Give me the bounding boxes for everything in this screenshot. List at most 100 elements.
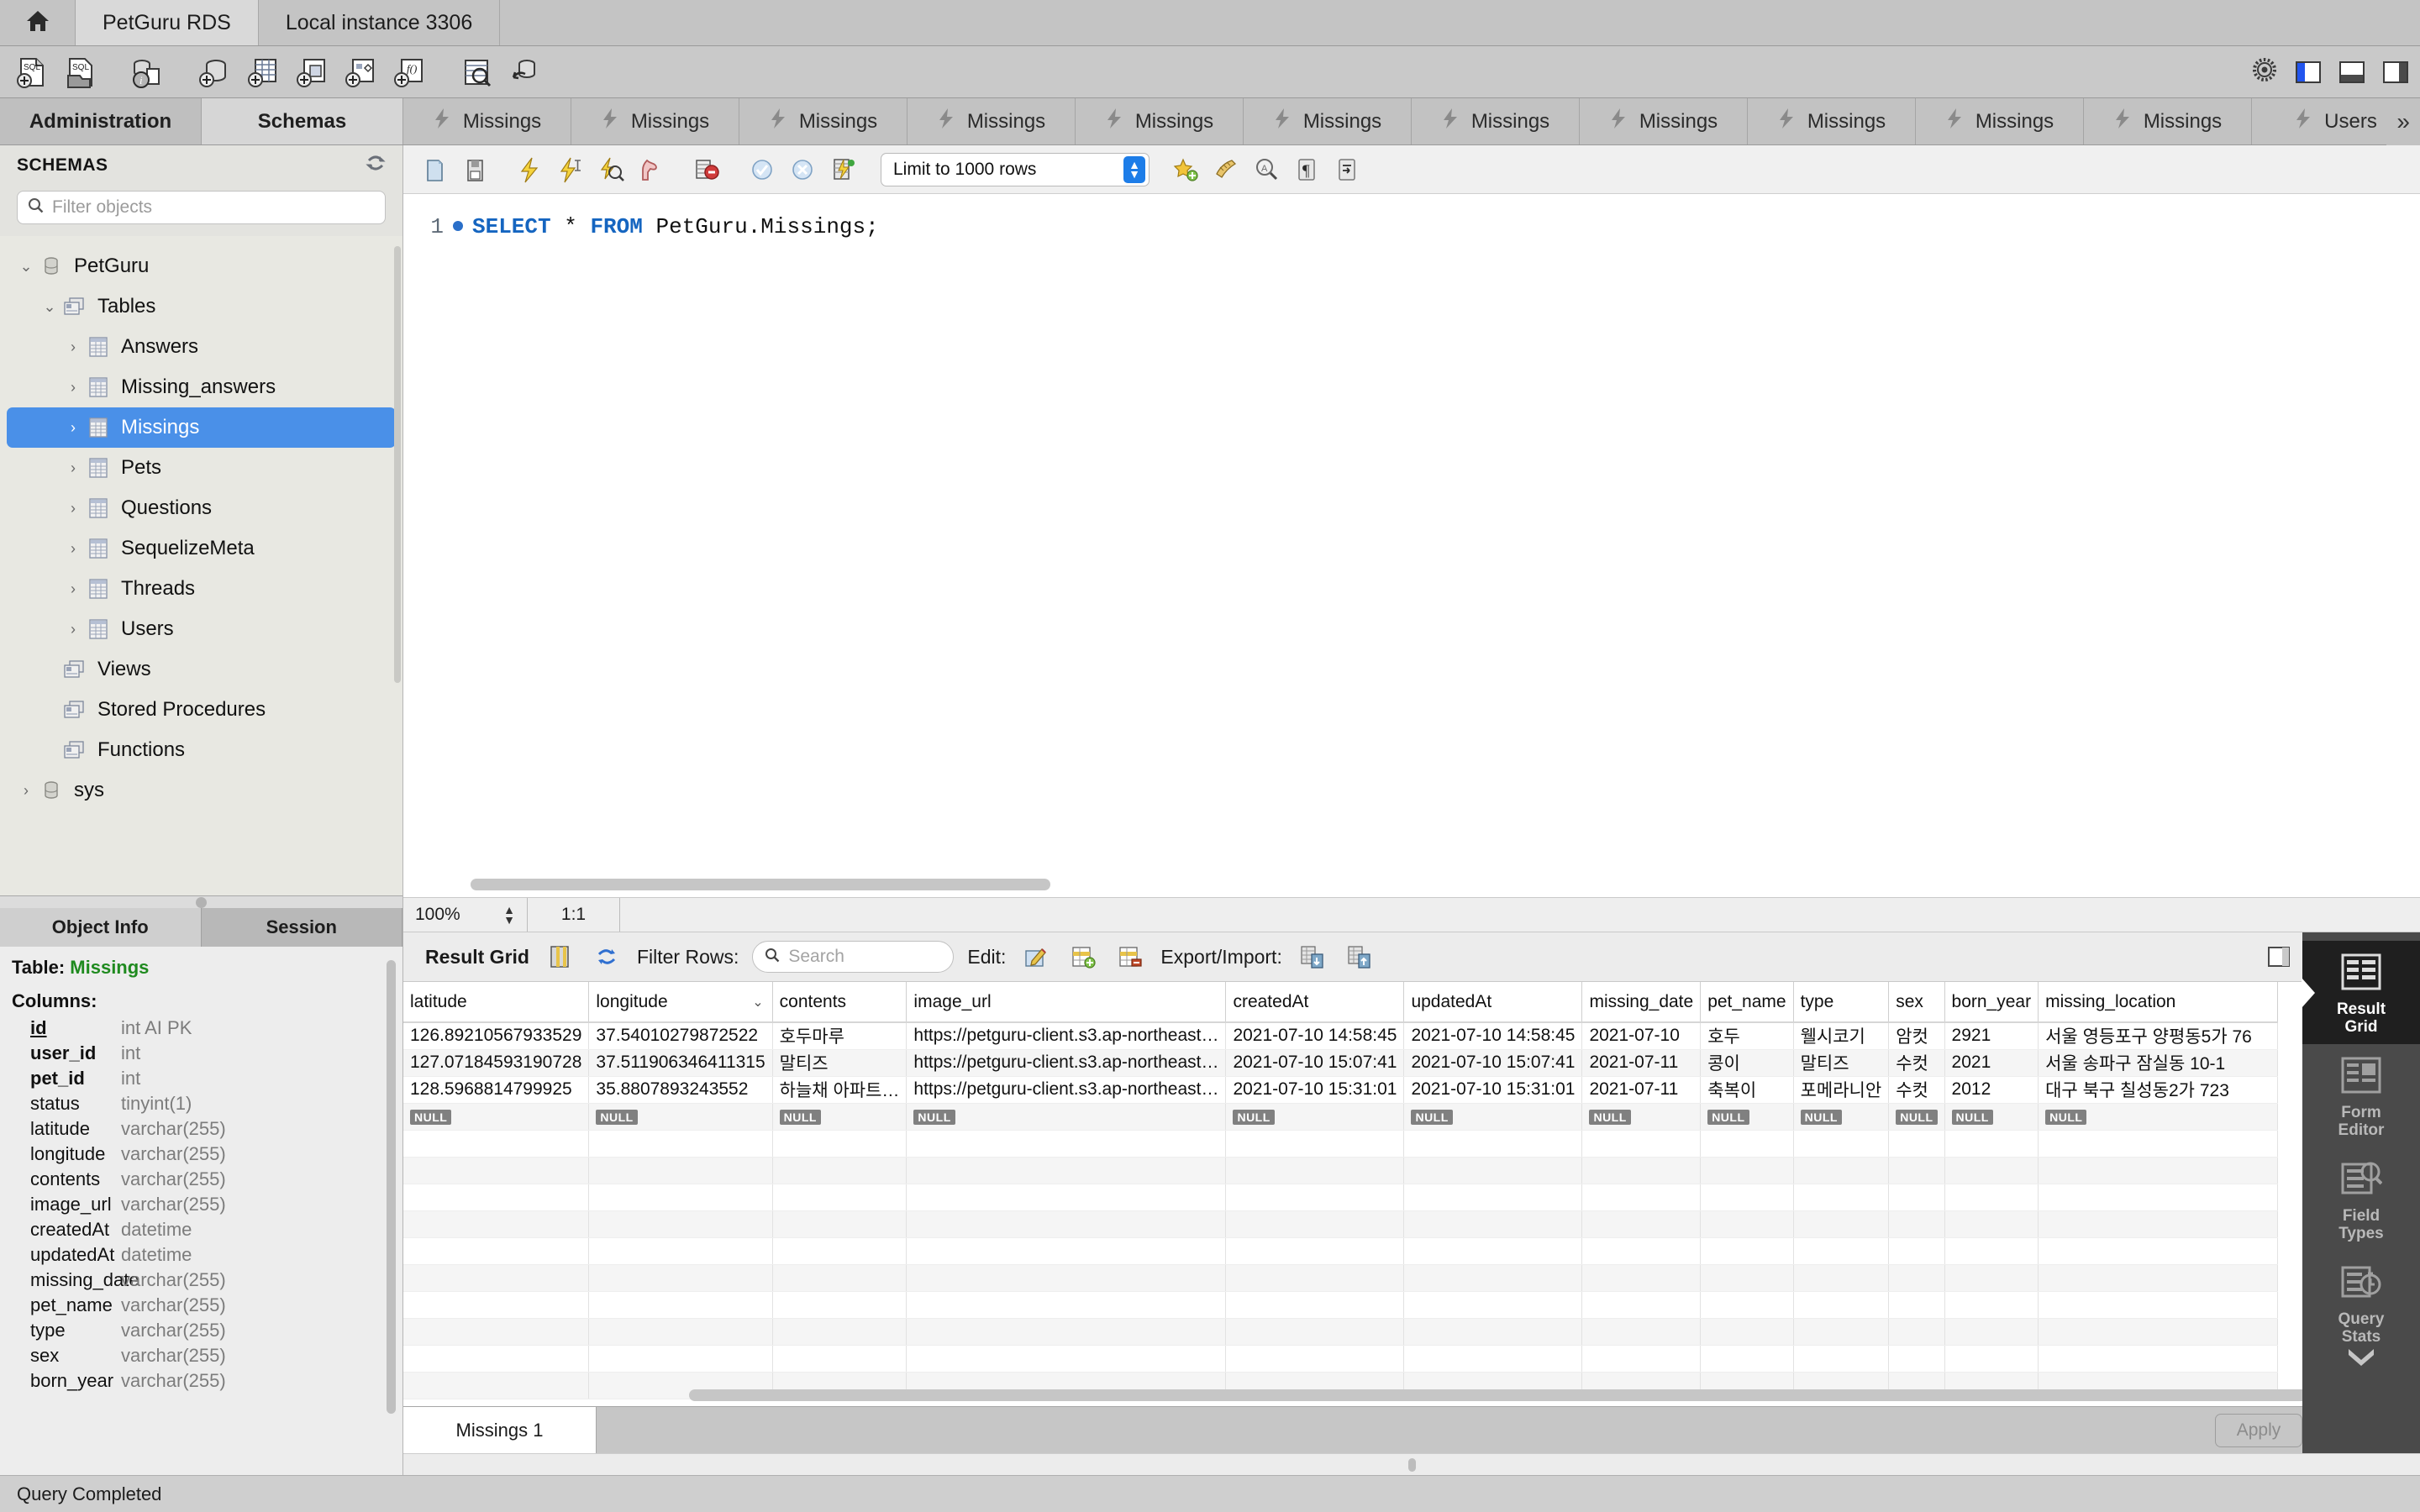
create-schema-icon[interactable] [190, 48, 239, 97]
grid-cell-contents[interactable]: 말티즈 [772, 1049, 908, 1077]
refresh-grid-icon[interactable] [590, 940, 623, 974]
grid-cell-null-missing_date[interactable]: NULL [1581, 1103, 1702, 1131]
explain-icon[interactable] [592, 150, 630, 189]
new-sql-tab-icon[interactable]: SQL [7, 48, 55, 97]
wrap-lines-icon[interactable] [1328, 150, 1366, 189]
stepper-icon[interactable]: ▲ ▼ [1123, 155, 1145, 183]
chevron-right-icon[interactable]: › [62, 459, 84, 477]
filter-objects-box[interactable] [17, 191, 386, 224]
find-icon[interactable]: A [1247, 150, 1286, 189]
tree-item-tables[interactable]: ⌄ Tables [7, 286, 396, 327]
grid-data-row[interactable]: 126.89210567933529 37.54010279872522 호두마루 h… [403, 1022, 2279, 1050]
grid-cell-null-latitude[interactable]: NULL [403, 1103, 590, 1131]
grid-cell-updatedAt[interactable]: 2021-07-10 14:58:45 [1403, 1022, 1583, 1050]
grid-column-header-createdAt[interactable]: createdAt [1225, 982, 1405, 1023]
chevron-right-icon[interactable]: › [62, 500, 84, 517]
grid-cell-pet_name[interactable]: 축복이 [1700, 1076, 1794, 1104]
chevron-right-icon[interactable]: › [62, 540, 84, 558]
chevron-down-icon[interactable] [2342, 1344, 2381, 1370]
create-table-icon[interactable] [239, 48, 287, 97]
autocommit-icon[interactable] [823, 150, 862, 189]
row-limit-select[interactable]: Limit to 1000 rows ▲ ▼ [881, 152, 1150, 186]
grid-cell-born_year[interactable]: 2021 [1944, 1049, 2039, 1077]
grid-column-header-born_year[interactable]: born_year [1944, 982, 2039, 1023]
tree-item-functions[interactable]: Functions [7, 730, 396, 770]
grid-data-row[interactable]: 128.5968814799925 35.8807893243552 하늘채 아파트… [403, 1076, 2279, 1104]
result-grid[interactable]: latitude longitude ⌄ contents image_url creat… [403, 981, 2420, 1406]
grid-column-header-longitude[interactable]: longitude ⌄ [588, 982, 773, 1023]
grid-cell-sex[interactable]: 암컷 [1888, 1022, 1945, 1050]
editor-tab-missings-2[interactable]: Missings [739, 98, 908, 144]
object-info-splitter[interactable] [0, 896, 402, 908]
grid-column-header-updatedAt[interactable]: updatedAt [1403, 982, 1583, 1023]
result-view-form-editor[interactable]: Form Editor [2302, 1044, 2420, 1147]
tree-item-stored-procedures[interactable]: Stored Procedures [7, 690, 396, 730]
sidebar-tab-schemas[interactable]: Schemas [202, 98, 403, 144]
grid-cell-null-image_url[interactable]: NULL [906, 1103, 1227, 1131]
toggle-secondary-sidebar-icon[interactable] [2383, 60, 2408, 83]
grid-cell-null-missing_location[interactable]: NULL [2038, 1103, 2279, 1131]
chevron-right-icon[interactable]: › [15, 782, 37, 800]
grid-cell-latitude[interactable]: 128.5968814799925 [403, 1076, 590, 1104]
tab-session[interactable]: Session [202, 908, 402, 947]
editor-tab-missings-10[interactable]: Missings [2084, 98, 2252, 144]
toggle-sidebar-icon[interactable] [2296, 60, 2321, 83]
rollback-icon[interactable] [783, 150, 822, 189]
grid-view-icon[interactable] [543, 940, 576, 974]
grid-cell-createdAt[interactable]: 2021-07-10 14:58:45 [1225, 1022, 1405, 1050]
chevron-right-icon[interactable]: › [62, 339, 84, 356]
open-sql-script-icon[interactable]: SQL [55, 48, 104, 97]
editor-tab-missings-7[interactable]: Missings [1580, 98, 1748, 144]
grid-cell-longitude[interactable]: 37.54010279872522 [588, 1022, 773, 1050]
beautify-icon[interactable] [1207, 150, 1245, 189]
grid-cell-createdAt[interactable]: 2021-07-10 15:31:01 [1225, 1076, 1405, 1104]
create-view-icon[interactable] [287, 48, 336, 97]
inspect-table-icon[interactable] [452, 48, 501, 97]
grid-cell-pet_name[interactable]: 호두 [1700, 1022, 1794, 1050]
grid-column-header-latitude[interactable]: latitude [403, 982, 590, 1023]
grid-new-row[interactable]: NULL NULL NULL NULL NULL NULL NULL NULL NULL NULL… [403, 1103, 2279, 1131]
zoom-stepper-icon[interactable]: ▲ ▼ [503, 904, 515, 926]
grid-cell-createdAt[interactable]: 2021-07-10 15:07:41 [1225, 1049, 1405, 1077]
editor-tab-missings-1[interactable]: Missings [571, 98, 739, 144]
result-grid-horizontal-scrollbar[interactable] [689, 1389, 2420, 1401]
toggle-panel-icon[interactable] [2262, 940, 2296, 974]
save-file-icon[interactable] [455, 150, 494, 189]
tree-item-users[interactable]: › Users [7, 609, 396, 649]
open-file-icon[interactable] [415, 150, 454, 189]
editor-tab-missings-3[interactable]: Missings [908, 98, 1076, 144]
grid-cell-image_url[interactable]: https://petguru-client.s3.ap-northeast… [906, 1022, 1227, 1050]
editor-tab-missings-5[interactable]: Missings [1244, 98, 1412, 144]
home-button[interactable] [0, 0, 76, 45]
execution-marker-icon[interactable] [444, 221, 472, 233]
tree-item-missings[interactable]: › Missings [7, 407, 396, 448]
result-view-result-grid[interactable]: Result Grid [2302, 941, 2420, 1044]
grid-cell-latitude[interactable]: 127.07184593190728 [403, 1049, 590, 1077]
filter-rows-input[interactable] [788, 947, 942, 967]
connection-info-icon[interactable]: i [123, 48, 171, 97]
export-recordset-icon[interactable] [1296, 940, 1329, 974]
editor-tab-missings-6[interactable]: Missings [1412, 98, 1580, 144]
tree-item-answers[interactable]: › Answers [7, 327, 396, 367]
grid-cell-missing_location[interactable]: 대구 북구 칠성동2가 723 [2038, 1076, 2279, 1104]
grid-cell-missing_date[interactable]: 2021-07-11 [1581, 1049, 1702, 1077]
execute-current-statement-icon[interactable] [551, 150, 590, 189]
grid-cell-updatedAt[interactable]: 2021-07-10 15:07:41 [1403, 1049, 1583, 1077]
grid-cell-latitude[interactable]: 126.89210567933529 [403, 1022, 590, 1050]
connection-tab-petguru-rds[interactable]: PetGuru RDS [76, 0, 259, 45]
result-view-field-types[interactable]: Field Types [2302, 1147, 2420, 1251]
filter-objects-input[interactable] [52, 197, 375, 218]
grid-cell-null-type[interactable]: NULL [1793, 1103, 1890, 1131]
grid-cell-sex[interactable]: 수컷 [1888, 1076, 1945, 1104]
grid-cell-null-pet_name[interactable]: NULL [1700, 1103, 1794, 1131]
grid-cell-longitude[interactable]: 35.8807893243552 [588, 1076, 773, 1104]
grid-column-header-missing_location[interactable]: missing_location [2038, 982, 2279, 1023]
edit-row-icon[interactable] [1019, 940, 1053, 974]
grid-cell-null-longitude[interactable]: NULL [588, 1103, 773, 1131]
grid-column-header-type[interactable]: type [1793, 982, 1890, 1023]
grid-column-header-image_url[interactable]: image_url [906, 982, 1227, 1023]
bottom-splitter[interactable] [403, 1453, 2420, 1475]
tree-item-views[interactable]: Views [7, 649, 396, 690]
grid-data-row[interactable]: 127.07184593190728 37.511906346411315 말티즈 h… [403, 1049, 2279, 1077]
chevron-down-icon[interactable]: ⌄ [39, 298, 60, 316]
